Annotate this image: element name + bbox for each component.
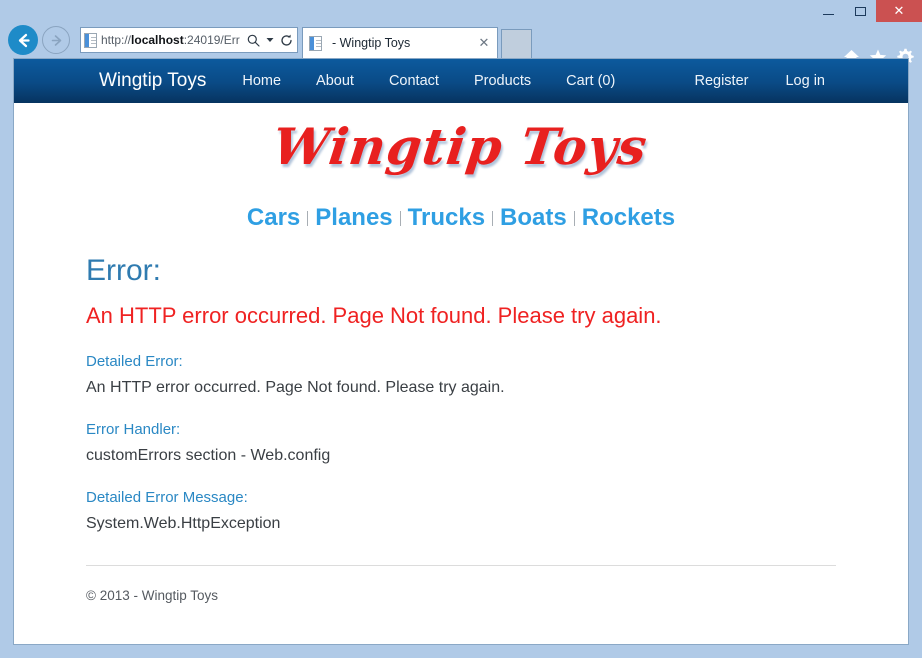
category-link-planes[interactable]: Planes <box>311 204 396 231</box>
detailed-error-label: Detailed Error: <box>86 353 836 370</box>
category-link-trucks[interactable]: Trucks <box>404 204 489 231</box>
page-favicon-icon <box>84 33 97 48</box>
nav-link-register[interactable]: Register <box>694 73 748 89</box>
error-handler-value: customErrors section - Web.config <box>86 447 836 465</box>
title-bar: ✕ <box>0 0 922 22</box>
close-icon: ✕ <box>894 3 905 19</box>
nav-link-cart[interactable]: Cart (0) <box>566 73 615 89</box>
site-nav-account-links: Register Log in <box>694 73 825 89</box>
category-link-rockets[interactable]: Rockets <box>578 204 679 231</box>
nav-link-login[interactable]: Log in <box>785 73 825 89</box>
error-heading: Error: <box>86 254 836 288</box>
nav-link-products[interactable]: Products <box>474 73 531 89</box>
category-separator <box>574 211 575 226</box>
url-host: localhost <box>131 33 184 47</box>
refresh-icon[interactable] <box>278 30 294 50</box>
close-button[interactable]: ✕ <box>876 0 922 22</box>
category-nav: Cars Planes Trucks Boats Rockets <box>14 204 908 232</box>
page-content: Wingtip Toys Cars Planes Trucks Boats Ro… <box>14 103 908 645</box>
category-link-cars[interactable]: Cars <box>243 204 304 231</box>
page-viewport: Wingtip Toys Home About Contact Products… <box>13 58 909 645</box>
tab-title: - Wingtip Toys <box>332 36 477 50</box>
back-button[interactable] <box>8 25 38 55</box>
nav-link-home[interactable]: Home <box>242 73 281 89</box>
copyright-text: © 2013 - Wingtip Toys <box>14 588 908 603</box>
browser-toolbar: http://localhost:24019/Err <box>0 22 922 58</box>
category-separator <box>492 211 493 226</box>
chevron-down-icon[interactable] <box>265 30 274 50</box>
category-separator <box>307 211 308 226</box>
nav-link-about[interactable]: About <box>316 73 354 89</box>
forward-arrow-icon <box>49 33 64 48</box>
browser-tab[interactable]: - Wingtip Toys ✕ <box>302 27 498 58</box>
tab-close-icon[interactable]: ✕ <box>477 35 491 51</box>
minimize-button[interactable] <box>812 0 844 22</box>
search-icon[interactable] <box>245 30 261 50</box>
browser-window: ✕ http://localhost:24019/Err <box>0 0 922 658</box>
site-navbar: Wingtip Toys Home About Contact Products… <box>14 59 908 103</box>
tab-favicon-icon <box>309 36 322 51</box>
new-tab-button[interactable] <box>501 29 532 58</box>
category-separator <box>400 211 401 226</box>
site-logo: Wingtip Toys <box>13 103 909 176</box>
url-text: http://localhost:24019/Err <box>101 33 243 47</box>
maximize-button[interactable] <box>844 0 876 22</box>
detailed-error-message-label: Detailed Error Message: <box>86 489 836 506</box>
back-arrow-icon <box>15 32 32 49</box>
url-scheme: http:// <box>101 33 131 47</box>
category-link-boats[interactable]: Boats <box>496 204 571 231</box>
footer-divider <box>86 565 836 566</box>
address-bar-icons <box>243 30 294 50</box>
error-content: Error: An HTTP error occurred. Page Not … <box>14 254 908 533</box>
detailed-error-value: An HTTP error occurred. Page Not found. … <box>86 379 836 397</box>
maximize-icon <box>855 7 866 16</box>
site-brand[interactable]: Wingtip Toys <box>99 70 206 92</box>
error-handler-label: Error Handler: <box>86 421 836 438</box>
error-message: An HTTP error occurred. Page Not found. … <box>86 303 836 329</box>
nav-link-contact[interactable]: Contact <box>389 73 439 89</box>
minimize-icon <box>823 14 834 15</box>
address-bar[interactable]: http://localhost:24019/Err <box>80 27 298 53</box>
detailed-error-message-value: System.Web.HttpException <box>86 515 836 533</box>
forward-button[interactable] <box>42 26 70 54</box>
window-controls: ✕ <box>812 0 922 22</box>
site-nav-links: Home About Contact Products Cart (0) <box>242 73 615 89</box>
url-path: :24019/Err <box>184 33 240 47</box>
